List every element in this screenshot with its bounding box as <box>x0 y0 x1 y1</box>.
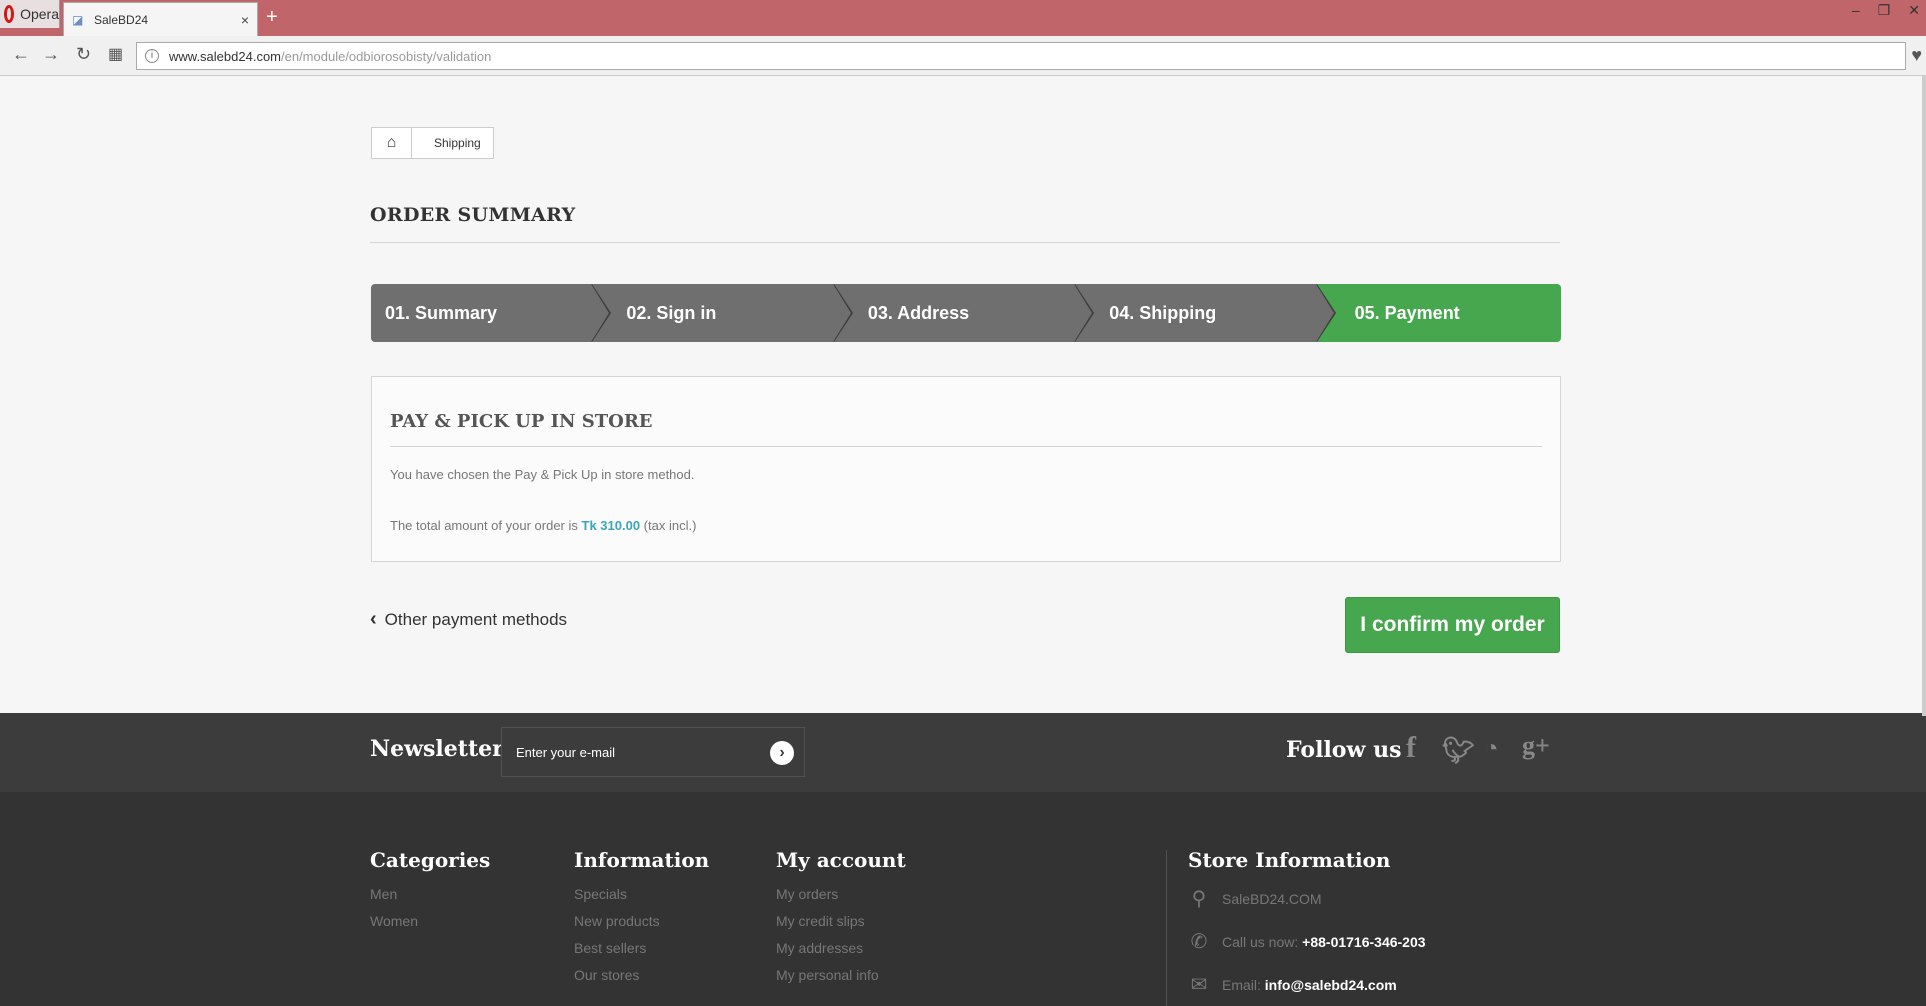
step-label: 05. Payment <box>1354 302 1460 323</box>
scrollbar[interactable] <box>1922 76 1926 716</box>
page-title: ORDER SUMMARY <box>370 204 1560 243</box>
newsletter-placeholder: Enter your e-mail <box>516 744 615 760</box>
footer-store-information: Store Information ⚲ SaleBD24.COM ✆ Call … <box>1188 848 1426 1006</box>
footer-link[interactable]: New products <box>574 913 709 929</box>
footer-my-account: My account My orders My credit slips My … <box>776 848 906 994</box>
checkout-steps: 01. Summary 02. Sign in 03. Address 04. … <box>371 284 1562 342</box>
close-window-icon[interactable]: ✕ <box>1908 2 1920 19</box>
bookmark-heart-icon[interactable]: ♥ <box>1911 45 1922 66</box>
other-payment-methods-link[interactable]: ‹ Other payment methods <box>370 608 567 631</box>
store-email-row: ✉ Email: info@salebd24.com <box>1188 972 1426 997</box>
email-label: Email: <box>1222 976 1261 993</box>
store-name: SaleBD24.COM <box>1222 890 1322 907</box>
footer-link[interactable]: My credit slips <box>776 913 906 929</box>
opera-menu-button[interactable]: Opera <box>0 0 60 28</box>
window-controls: – ❐ ✕ <box>1852 2 1926 19</box>
speed-dial-icon[interactable]: ▦ <box>108 44 123 64</box>
step-shipping[interactable]: 04. Shipping <box>1075 284 1336 342</box>
forward-icon[interactable]: → <box>42 44 60 65</box>
phone-icon: ✆ <box>1190 931 1208 953</box>
opera-label: Opera <box>20 6 59 22</box>
footer-link[interactable]: Men <box>370 886 490 902</box>
footer-categories: Categories Men Women <box>370 848 490 940</box>
restore-icon[interactable]: ❐ <box>1878 2 1891 19</box>
step-address[interactable]: 03. Address <box>833 284 1095 342</box>
new-tab-icon[interactable]: + <box>266 6 278 29</box>
total-prefix: The total amount of your order is <box>390 518 578 533</box>
order-total-line: The total amount of your order is Tk 310… <box>390 518 1542 533</box>
footer-link[interactable]: Specials <box>574 886 709 902</box>
order-total-amount: Tk 310.00 <box>581 518 641 533</box>
chevron-left-icon: ‹ <box>370 608 377 630</box>
checkout-page: ⌂ Shipping ORDER SUMMARY 01. Summary 02.… <box>0 77 1926 713</box>
footer-link[interactable]: Our stores <box>574 967 709 983</box>
footer-link[interactable]: My addresses <box>776 940 906 956</box>
follow-us-title: Follow us <box>1286 737 1402 763</box>
minimize-icon[interactable]: – <box>1852 2 1860 19</box>
back-icon[interactable]: ← <box>12 44 30 65</box>
step-label: 04. Shipping <box>1109 302 1217 323</box>
browser-tab[interactable]: ◪ SaleBD24 × <box>63 2 258 36</box>
site-info-icon[interactable]: i <box>145 49 159 63</box>
facebook-icon[interactable]: f <box>1406 731 1416 765</box>
footer-link[interactable]: My personal info <box>776 967 906 983</box>
envelope-icon: ✉ <box>1190 974 1208 996</box>
payment-title: PAY & PICK UP IN STORE <box>390 377 1542 447</box>
twitter-icon[interactable]: 🐦︎ <box>1442 735 1475 766</box>
footer-link[interactable]: My orders <box>776 886 906 902</box>
step-payment: 05. Payment <box>1316 284 1562 342</box>
newsletter-bar: Newsletter Enter your e-mail › Follow us… <box>0 713 1926 792</box>
other-methods-label: Other payment methods <box>384 609 568 629</box>
rss-icon[interactable]: ◔ <box>1484 735 1499 763</box>
breadcrumb: ⌂ Shipping <box>371 127 494 159</box>
store-email[interactable]: info@salebd24.com <box>1265 977 1397 993</box>
page-favicon-icon: ◪ <box>72 12 84 27</box>
tab-title: SaleBD24 <box>94 12 149 27</box>
newsletter-submit-icon[interactable]: › <box>770 741 794 765</box>
url-host: www.salebd24.com <box>169 48 281 64</box>
footer-link[interactable]: Best sellers <box>574 940 709 956</box>
footer-information-title: Information <box>574 848 710 872</box>
reload-icon[interactable]: ↻ <box>76 44 91 65</box>
store-name-row: ⚲ SaleBD24.COM <box>1188 886 1426 911</box>
store-phone: +88-01716-346-203 <box>1302 933 1426 950</box>
address-bar: ← → ↻ ▦ i www.salebd24.com /en/module/od… <box>0 36 1926 76</box>
browser-tab-bar: Opera ◪ SaleBD24 × + – ❐ ✕ <box>0 0 1926 36</box>
footer-categories-title: Categories <box>370 848 491 872</box>
footer-link[interactable]: Women <box>370 913 490 929</box>
opera-logo-icon <box>4 5 15 23</box>
site-footer: Categories Men Women Information Special… <box>0 792 1926 1006</box>
step-label: 01. Summary <box>385 302 498 323</box>
footer-account-title: My account <box>776 848 906 872</box>
call-label: Call us now: <box>1222 933 1299 950</box>
google-plus-icon[interactable]: g+ <box>1522 731 1550 761</box>
breadcrumb-current: Shipping <box>434 136 481 150</box>
map-pin-icon: ⚲ <box>1191 888 1207 910</box>
payment-method-box: PAY & PICK UP IN STORE You have chosen t… <box>371 376 1561 562</box>
confirm-order-button[interactable]: I confirm my order <box>1345 597 1560 653</box>
url-input[interactable]: i www.salebd24.com /en/module/odbiorosob… <box>136 42 1906 70</box>
payment-description: You have chosen the Pay & Pick Up in sto… <box>390 467 695 482</box>
newsletter-title: Newsletter <box>370 736 504 762</box>
newsletter-email-input[interactable]: Enter your e-mail › <box>501 727 805 777</box>
url-path: /en/module/odbiorosobisty/validation <box>281 48 492 64</box>
footer-divider <box>1166 850 1167 1006</box>
home-icon[interactable]: ⌂ <box>372 128 412 158</box>
step-summary[interactable]: 01. Summary <box>371 284 612 342</box>
store-info-title: Store Information <box>1188 848 1391 872</box>
step-label: 02. Sign in <box>626 302 717 323</box>
footer-information: Information Specials New products Best s… <box>574 848 709 994</box>
total-suffix: (tax incl.) <box>643 518 697 533</box>
store-phone-row: ✆ Call us now: +88-01716-346-203 <box>1188 929 1426 954</box>
tab-close-icon[interactable]: × <box>241 12 249 28</box>
step-sign-in[interactable]: 02. Sign in <box>592 284 853 342</box>
step-label: 03. Address <box>867 302 970 323</box>
